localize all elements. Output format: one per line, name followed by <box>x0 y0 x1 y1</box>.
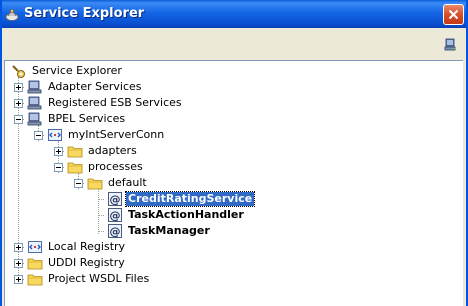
web-service-icon: @ <box>108 224 122 238</box>
expand-project-wsdl[interactable] <box>14 275 23 284</box>
tree-item-label: Adapter Services <box>48 80 142 93</box>
tree-item-label: Project WSDL Files <box>48 272 150 285</box>
tree-line <box>98 199 104 200</box>
service-explorer-icon <box>5 9 19 21</box>
tree-line <box>98 215 104 216</box>
tree-item-label: CreditRatingService <box>124 191 256 207</box>
expand-registered-esb[interactable] <box>14 99 23 108</box>
connection-icon <box>28 241 42 253</box>
tree-item-connection[interactable]: myIntServerConn <box>47 127 166 143</box>
server-icon <box>27 80 42 94</box>
close-icon <box>448 9 459 20</box>
tree-item-uddi-registry[interactable]: UDDI Registry <box>27 255 127 271</box>
close-button[interactable] <box>443 4 464 25</box>
tree-item-label: default <box>108 176 147 189</box>
tree-item-label: Service Explorer <box>32 64 122 77</box>
window-title: Service Explorer <box>24 6 145 21</box>
tree-item-label: BPEL Services <box>48 112 126 125</box>
svg-text:@: @ <box>110 209 121 222</box>
key-icon <box>12 65 25 78</box>
tree-item-local-registry[interactable]: Local Registry <box>27 239 127 255</box>
tree-item-label: UDDI Registry <box>48 256 125 269</box>
collapse-default[interactable] <box>74 179 83 188</box>
web-service-icon: @ <box>108 192 122 206</box>
tree-item-task-action-handler[interactable]: @ TaskActionHandler <box>107 207 246 223</box>
refresh-icon[interactable] <box>444 38 458 52</box>
collapse-connection[interactable] <box>34 131 43 140</box>
tree-item-task-manager[interactable]: @ TaskManager <box>107 223 212 239</box>
tree-item-label: Local Registry <box>48 240 126 253</box>
folder-icon <box>27 274 43 286</box>
tree-item-project-wsdl[interactable]: Project WSDL Files <box>27 271 151 287</box>
tree-item-label: TaskManager <box>128 224 210 237</box>
expand-adapters[interactable] <box>54 147 63 156</box>
tree-item-label: Registered ESB Services <box>48 96 182 109</box>
title-bar[interactable]: Service Explorer <box>2 0 466 28</box>
service-tree: Service Explorer Adapter Services Regist… <box>4 60 463 306</box>
tree-item-adapter-services[interactable]: Adapter Services <box>27 79 144 95</box>
server-icon <box>27 112 42 126</box>
folder-icon <box>27 258 43 270</box>
folder-icon <box>67 162 83 174</box>
tree-item-processes[interactable]: processes <box>67 159 145 175</box>
tree-item-bpel-services[interactable]: BPEL Services <box>27 111 127 127</box>
tree-item-label: myIntServerConn <box>68 128 165 141</box>
tree-item-label: adapters <box>88 144 137 157</box>
svg-text:@: @ <box>110 225 121 238</box>
expand-local-registry[interactable] <box>14 243 23 252</box>
connection-icon <box>48 129 62 141</box>
expand-adapter-services[interactable] <box>14 83 23 92</box>
collapse-processes[interactable] <box>54 163 63 172</box>
tree-line <box>98 231 104 232</box>
folder-icon <box>87 178 103 190</box>
web-service-icon: @ <box>108 208 122 222</box>
service-explorer-window: Service Explorer Service Explorer Adapte… <box>0 0 468 306</box>
expand-uddi-registry[interactable] <box>14 259 23 268</box>
tree-item-registered-esb[interactable]: Registered ESB Services <box>27 95 184 111</box>
tree-item-label: TaskActionHandler <box>128 208 244 221</box>
svg-text:@: @ <box>110 193 121 206</box>
toolbar <box>2 28 466 58</box>
server-icon <box>27 96 42 110</box>
tree-item-adapters[interactable]: adapters <box>67 143 139 159</box>
folder-icon <box>67 146 83 158</box>
collapse-bpel-services[interactable] <box>14 115 23 124</box>
tree-item-label: processes <box>88 160 143 173</box>
tree-line <box>98 189 99 234</box>
tree-item-default[interactable]: default <box>87 175 149 191</box>
tree-item-credit-rating-service[interactable]: @ CreditRatingService <box>107 191 256 207</box>
tree-item-root[interactable]: Service Explorer <box>11 63 124 79</box>
